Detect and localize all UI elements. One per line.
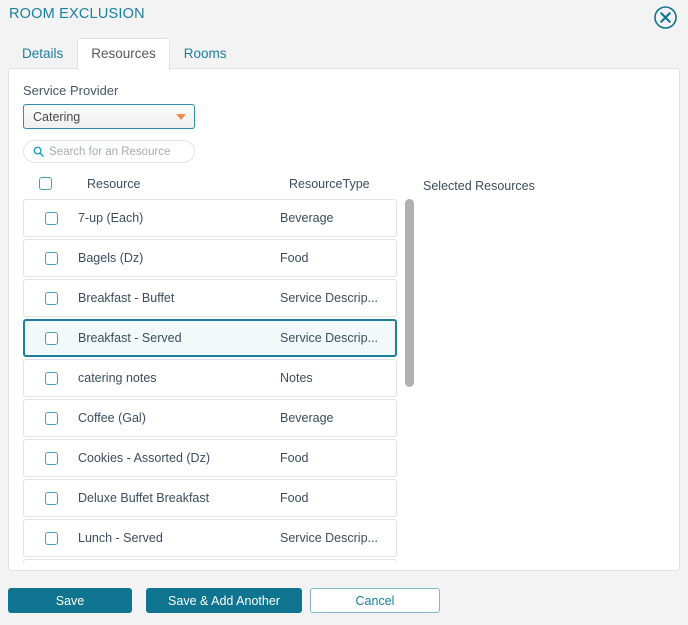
- table-row[interactable]: Lunch - Served Service Descrip...: [23, 519, 397, 557]
- cell-resource: Coffee (Gal): [78, 411, 146, 425]
- save-button[interactable]: Save: [8, 588, 132, 613]
- column-header-resourcetype: ResourceType: [289, 177, 370, 191]
- tab-resources[interactable]: Resources: [77, 38, 170, 70]
- row-checkbox[interactable]: [44, 291, 58, 305]
- column-header-resource: Resource: [87, 177, 141, 191]
- cell-resource: Breakfast - Buffet: [78, 291, 175, 305]
- cell-resource: Cookies - Assorted (Dz): [78, 451, 210, 465]
- row-checkbox[interactable]: [45, 331, 58, 345]
- cell-resourcetype: Food: [280, 451, 309, 465]
- service-provider-value[interactable]: Catering: [23, 104, 195, 129]
- resources-panel: Service Provider Catering Resource Resou…: [8, 68, 680, 571]
- row-checkbox[interactable]: [44, 451, 58, 465]
- cell-resourcetype: Beverage: [280, 411, 334, 425]
- row-checkbox[interactable]: [44, 251, 58, 265]
- resource-list[interactable]: 7-up (Each) Beverage Bagels (Dz) Food Breakf…: [23, 199, 413, 563]
- row-checkbox-cell: [24, 211, 78, 225]
- row-checkbox-cell: [24, 411, 78, 425]
- resource-list-scrollbar[interactable]: [405, 199, 414, 563]
- table-row[interactable]: Coffee (Gal) Beverage: [23, 399, 397, 437]
- row-checkbox-cell: [24, 371, 78, 385]
- page-title: ROOM EXCLUSION: [9, 6, 145, 22]
- service-provider-label: Service Provider: [23, 83, 119, 98]
- cell-resourcetype: Beverage: [280, 211, 334, 225]
- row-checkbox-cell: [24, 291, 78, 305]
- table-header: Resource ResourceType: [23, 175, 413, 199]
- scrollbar-thumb[interactable]: [405, 199, 414, 387]
- cell-resource: Deluxe Buffet Breakfast: [78, 491, 210, 505]
- row-checkbox[interactable]: [44, 211, 58, 225]
- chevron-down-icon: [176, 114, 186, 120]
- cell-resourcetype: Food: [280, 251, 309, 265]
- cell-resourcetype: Service Descrip...: [280, 331, 378, 345]
- footer-actions: Save Save & Add Another Cancel: [8, 588, 680, 614]
- row-checkbox[interactable]: [44, 491, 58, 505]
- cell-resource: Bagels (Dz): [78, 251, 144, 265]
- service-provider-select[interactable]: Catering: [23, 104, 195, 129]
- row-checkbox[interactable]: [44, 531, 58, 545]
- cell-resource: Breakfast - Served: [78, 331, 182, 345]
- tab-rooms[interactable]: Rooms: [170, 38, 241, 70]
- row-checkbox-cell: [24, 491, 78, 505]
- table-row[interactable]: Bagels (Dz) Food: [23, 239, 397, 277]
- row-checkbox-cell: [24, 531, 78, 545]
- table-row[interactable]: 7-up (Each) Beverage: [23, 199, 397, 237]
- search-icon: [33, 146, 44, 157]
- close-icon[interactable]: [653, 5, 678, 30]
- row-checkbox-cell: [25, 331, 78, 345]
- cell-resourcetype: Notes: [280, 371, 313, 385]
- tab-details[interactable]: Details: [8, 38, 77, 70]
- table-row[interactable]: Breakfast - Served Service Descrip...: [23, 319, 397, 357]
- cell-resourcetype: Service Descrip...: [280, 531, 378, 545]
- row-checkbox-cell: [24, 451, 78, 465]
- table-row[interactable]: Cookies - Assorted (Dz) Food: [23, 439, 397, 477]
- table-row[interactable]: catering notes Notes: [23, 359, 397, 397]
- selected-resources-pane: [419, 199, 674, 563]
- cell-resourcetype: Food: [280, 491, 309, 505]
- cell-resource: 7-up (Each): [78, 211, 144, 225]
- select-all-checkbox[interactable]: [39, 177, 52, 190]
- save-and-add-another-button[interactable]: Save & Add Another: [146, 588, 302, 613]
- search-box[interactable]: [23, 140, 195, 163]
- row-checkbox[interactable]: [44, 371, 58, 385]
- row-checkbox[interactable]: [44, 411, 58, 425]
- search-input[interactable]: [49, 145, 179, 158]
- table-row[interactable]: [23, 559, 397, 563]
- cancel-button[interactable]: Cancel: [310, 588, 440, 613]
- cell-resourcetype: Service Descrip...: [280, 291, 378, 305]
- tab-bar: Details Resources Rooms: [8, 38, 680, 70]
- cell-resource: Lunch - Served: [78, 531, 163, 545]
- selected-resources-title: Selected Resources: [423, 179, 535, 193]
- row-checkbox-cell: [24, 251, 78, 265]
- cell-resource: catering notes: [78, 371, 157, 385]
- table-row[interactable]: Deluxe Buffet Breakfast Food: [23, 479, 397, 517]
- table-row[interactable]: Breakfast - Buffet Service Descrip...: [23, 279, 397, 317]
